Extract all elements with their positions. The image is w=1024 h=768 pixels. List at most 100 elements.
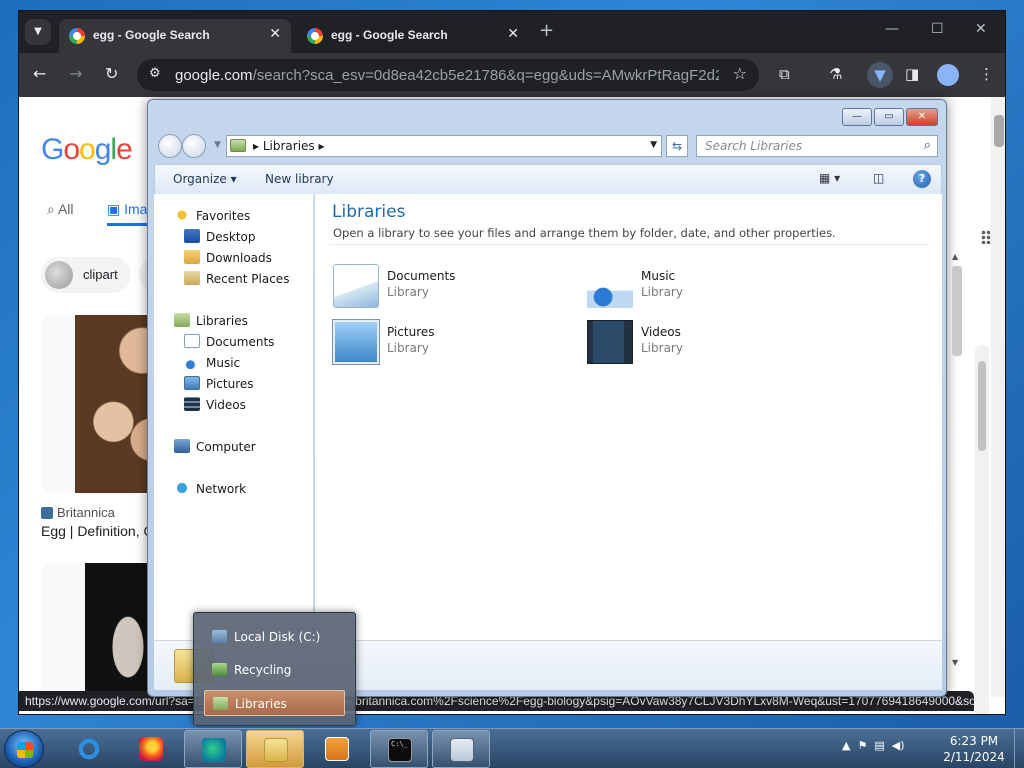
taskbar-edge[interactable] (184, 730, 242, 768)
nav-videos[interactable]: Videos (184, 397, 246, 412)
start-button[interactable] (4, 730, 44, 768)
action-center-flag-icon[interactable]: ⚑ (857, 739, 867, 752)
chrome-toolbar: ← → ↻ ⚙ google.com/search?sca_esv=0d8ea4… (19, 53, 1005, 97)
chrome-tab-2[interactable]: egg - Google Search ✕ (297, 19, 529, 53)
media-player-icon (325, 737, 349, 761)
nav-recent-places[interactable]: Recent Places (184, 271, 289, 286)
content-title: Libraries (332, 202, 406, 222)
jumplist-item-libraries[interactable]: Libraries (204, 690, 345, 716)
refresh-icon[interactable]: ⇆ (666, 135, 688, 157)
help-icon[interactable]: ? (913, 170, 931, 188)
explorer-search-box[interactable]: Search Libraries ⌕ (696, 135, 938, 157)
documents-library-icon (333, 264, 379, 308)
back-arrow-icon[interactable]: ← (33, 64, 46, 83)
nav-network[interactable]: Network (174, 481, 246, 496)
library-pictures[interactable]: Pictures Library (333, 320, 553, 370)
library-videos[interactable]: Videos Library (587, 320, 807, 370)
tab-all[interactable]: ⌕ All (47, 201, 74, 218)
profile-avatar-icon[interactable] (937, 64, 959, 86)
page-scrollbar[interactable] (991, 97, 1005, 697)
jumplist-item-recycling[interactable]: Recycling (204, 657, 345, 683)
scroll-down-arrow-icon[interactable]: ▼ (952, 658, 958, 667)
jumplist-item-local-disk[interactable]: Local Disk (C:) (204, 624, 345, 650)
network-tray-icon[interactable]: ▤ (874, 739, 884, 752)
britannica-favicon-icon (41, 507, 53, 519)
new-tab-plus-icon[interactable]: + (539, 20, 554, 41)
back-button[interactable] (158, 134, 182, 158)
organize-button[interactable]: Organize ▾ (173, 172, 237, 186)
preview-pane-icon[interactable]: ◫ (873, 171, 884, 185)
new-library-button[interactable]: New library (265, 172, 334, 186)
taskbar-explorer[interactable] (246, 730, 304, 768)
taskbar-cmd[interactable] (370, 730, 428, 768)
address-dropdown-icon[interactable]: ▼ (650, 140, 657, 150)
menu-kebab-icon[interactable]: ⋮ (979, 65, 994, 83)
nav-favorites[interactable]: Favorites (174, 208, 250, 223)
chrome-tab-1[interactable]: egg - Google Search ✕ (59, 19, 291, 53)
nav-documents[interactable]: Documents (184, 334, 274, 349)
downloads-folder-icon (184, 250, 200, 264)
clock-time: 6:23 PM (949, 734, 999, 748)
content-description: Open a library to see your files and arr… (333, 226, 836, 240)
minimize-button[interactable]: — (885, 21, 899, 37)
scroll-up-arrow-icon[interactable]: ▲ (952, 252, 958, 261)
explorer-window: — ▭ ✕ ▼ ▸ Libraries ▸ ▼ ⇆ Search Libraries… (147, 99, 947, 697)
explorer-jump-list: Local Disk (C:) Recycling Libraries (193, 612, 356, 726)
nav-music[interactable]: Music (184, 355, 240, 370)
taskbar-firefox[interactable] (122, 730, 180, 768)
taskbar-vlc[interactable] (308, 730, 366, 768)
result-source[interactable]: Britannica (41, 505, 115, 520)
breadcrumb[interactable]: ▸ Libraries ▸ (253, 139, 325, 153)
explorer-address-bar[interactable]: ▸ Libraries ▸ ▼ (226, 135, 662, 157)
view-options-icon[interactable]: ▦ ▾ (819, 171, 840, 185)
reload-icon[interactable]: ↻ (105, 64, 118, 83)
videos-library-icon (587, 320, 633, 364)
volume-icon[interactable]: ◀) (892, 739, 905, 752)
result-title[interactable]: Egg | Definition, C (41, 523, 154, 539)
labs-flask-icon[interactable]: ⚗ (829, 65, 842, 83)
forward-button[interactable] (182, 134, 206, 158)
show-hidden-icons-arrow-icon[interactable]: ▲ (842, 739, 850, 752)
taskbar-window[interactable] (432, 730, 490, 768)
google-logo[interactable]: Google (41, 133, 133, 167)
address-bar[interactable]: ⚙ google.com/search?sca_esv=0d8ea42cb5e2… (137, 59, 759, 91)
site-info-icon[interactable]: ⚙ (149, 66, 161, 81)
explorer-close-button[interactable]: ✕ (906, 108, 938, 126)
nav-downloads[interactable]: Downloads (184, 250, 272, 265)
tab-close-icon[interactable]: ✕ (269, 26, 281, 42)
nav-desktop[interactable]: Desktop (184, 229, 256, 244)
search-placeholder: Search Libraries (705, 139, 803, 153)
explorer-maximize-button[interactable]: ▭ (874, 108, 904, 126)
taskbar-clock[interactable]: 6:23 PM 2/11/2024 (936, 733, 1012, 765)
tab-images[interactable]: ▣ Ima (107, 201, 158, 226)
forward-arrow-icon[interactable]: → (69, 64, 82, 83)
taskbar-internet-explorer[interactable] (60, 730, 118, 768)
explorer-right-scrollbar[interactable]: ▲ ▼ (950, 252, 964, 672)
search-icon[interactable]: ⌕ (924, 138, 931, 153)
library-music[interactable]: Music Library (587, 264, 807, 314)
library-documents[interactable]: Documents Library (333, 264, 553, 314)
tab-title: egg - Google Search (331, 28, 448, 42)
bookmark-star-icon[interactable]: ☆ (733, 64, 747, 83)
download-icon[interactable]: ▼ (867, 62, 893, 88)
nav-pictures[interactable]: Pictures (184, 376, 254, 391)
recycling-folder-icon (212, 663, 227, 676)
side-panel-icon[interactable]: ◨ (905, 65, 919, 83)
clock-date: 2/11/2024 (943, 750, 1005, 764)
scroll-thumb[interactable] (952, 266, 962, 356)
drive-icon (212, 630, 227, 643)
tab-close-icon[interactable]: ✕ (507, 26, 519, 42)
extensions-puzzle-icon[interactable]: ⧉ (779, 65, 790, 83)
filter-chip-clipart[interactable]: clipart (41, 257, 131, 293)
nav-computer[interactable]: Computer (174, 439, 256, 454)
address-url[interactable]: google.com/search?sca_esv=0d8ea42cb5e217… (175, 67, 719, 84)
recent-pages-dropdown-icon[interactable]: ▼ (214, 140, 221, 150)
results-scrollbar[interactable] (975, 345, 989, 714)
tab-search-icon[interactable]: ▼ (25, 19, 51, 45)
explorer-minimize-button[interactable]: — (842, 108, 872, 126)
maximize-button[interactable]: ☐ (931, 21, 944, 37)
nav-libraries[interactable]: Libraries (156, 310, 314, 332)
show-desktop-button[interactable] (1014, 729, 1024, 768)
close-button[interactable]: ✕ (975, 21, 987, 37)
documents-icon (184, 334, 200, 348)
